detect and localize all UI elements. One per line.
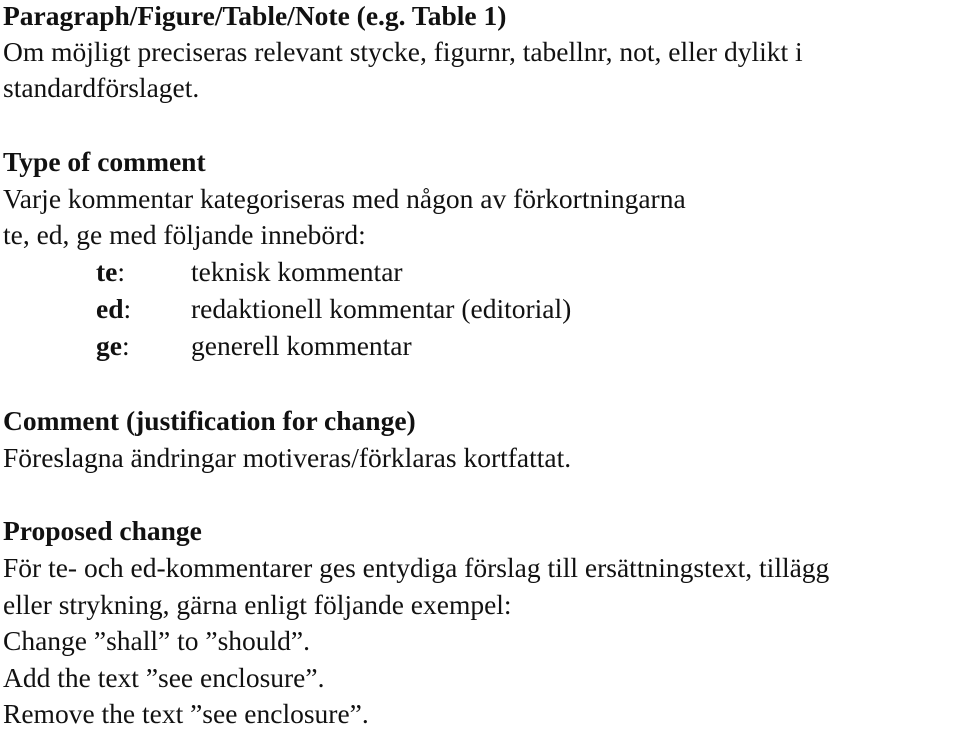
example-line: Remove the text ”see enclosure”. bbox=[3, 698, 369, 729]
definition-abbr: ed bbox=[96, 293, 124, 324]
comment-text-line: Föreslagna ändringar motiveras/förklaras… bbox=[3, 442, 572, 473]
definition-abbr: te bbox=[96, 256, 118, 287]
definition-ge: ge: generell kommentar bbox=[0, 328, 960, 364]
heading-paragraph: Paragraph/Figure/Table/Note (e.g. Table … bbox=[3, 0, 507, 31]
definition-ed: ed: redaktionell kommentar (editorial) bbox=[0, 291, 960, 327]
proposed-text-line: eller strykning, gärna enligt följande e… bbox=[3, 589, 512, 620]
paragraph-text-line: standardförslaget. bbox=[3, 72, 200, 103]
definition-meaning: redaktionell kommentar (editorial) bbox=[191, 293, 572, 324]
paragraph-text-line: Om möjligt preciseras relevant stycke, f… bbox=[3, 36, 803, 67]
type-text-line: te, ed, ge med följande innebörd: bbox=[3, 219, 366, 250]
type-text-line: Varje kommentar kategoriseras med någon … bbox=[3, 183, 686, 214]
definition-te: te: teknisk kommentar bbox=[0, 254, 960, 290]
example-line: Add the text ”see enclosure”. bbox=[3, 662, 325, 693]
heading-type-of-comment: Type of comment bbox=[3, 146, 206, 177]
definition-meaning: teknisk kommentar bbox=[191, 256, 403, 287]
example-line: Change ”shall” to ”should”. bbox=[3, 625, 310, 656]
heading-comment: Comment (justification for change) bbox=[3, 405, 416, 436]
definition-meaning: generell kommentar bbox=[191, 330, 412, 361]
proposed-text-line: För te- och ed-kommentarer ges entydiga … bbox=[3, 552, 830, 583]
heading-proposed-change: Proposed change bbox=[3, 515, 202, 546]
definition-abbr: ge bbox=[96, 330, 122, 361]
